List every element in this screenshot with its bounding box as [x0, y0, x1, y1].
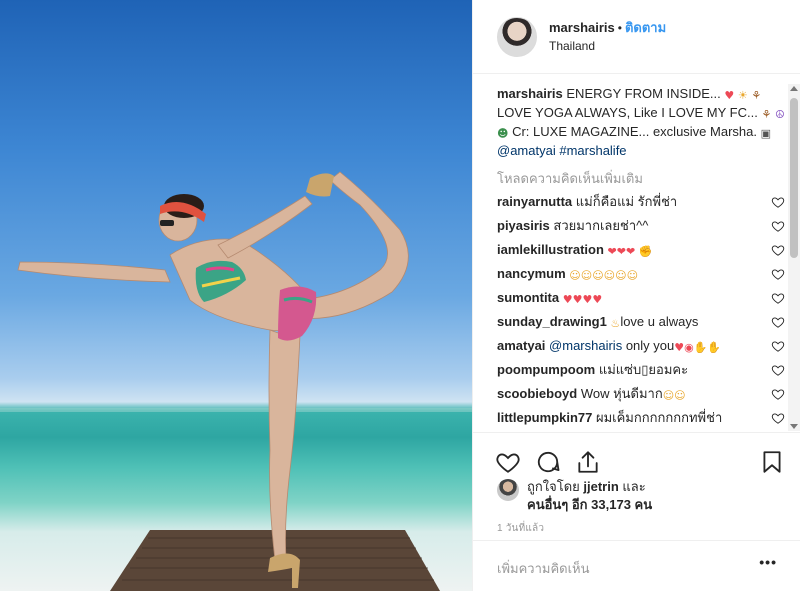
post-timestamp[interactable]: 1 วันที่แล้ว — [497, 521, 544, 536]
comment-like-heart-icon[interactable] — [771, 243, 785, 257]
author-username[interactable]: marshairis — [549, 20, 615, 35]
butterfly-emoji-icon-2: ⚘ — [761, 108, 772, 121]
author-avatar[interactable] — [497, 16, 537, 57]
liked-by-prefix: ถูกใจโดย — [527, 479, 580, 494]
comment-text: แม่แซ่บ▯ยอมคะ — [598, 362, 689, 377]
comment-like-heart-icon[interactable] — [771, 315, 785, 329]
comment-like-heart-icon[interactable] — [771, 339, 785, 353]
comment-row: amatyai @marshairis only you♥◉✋✋ — [497, 336, 785, 356]
add-comment-input[interactable]: เพิ่มความคิดเห็น — [497, 558, 590, 576]
comments-scrollbar[interactable] — [788, 84, 800, 431]
comment-row: sunday_drawing1 ♨love u always — [497, 312, 785, 332]
likes-text: ถูกใจโดย jjetrin และ คนอื่นๆ อีก 33,173 … — [527, 478, 652, 514]
comment-username[interactable]: amatyai — [497, 338, 545, 353]
bookmark-icon[interactable] — [759, 449, 785, 475]
comment-text: love u always — [620, 314, 699, 329]
sun-emoji-icon: ☀ — [737, 89, 748, 102]
heart-face-emoji-icon: ❤❤❤ — [607, 245, 636, 258]
caption-text-3: Cr: LUXE MAGAZINE... exclusive Marsha. — [512, 124, 757, 139]
comment-text: สวยมากเลยช่า^^ — [553, 218, 649, 233]
comment-username[interactable]: iamlekillustration — [497, 242, 604, 257]
share-icon[interactable] — [575, 449, 601, 475]
comment-username[interactable]: sumontita — [497, 290, 559, 305]
comment-username[interactable]: rainyarnutta — [497, 194, 572, 209]
load-more-comments-button[interactable]: โหลดความคิดเห็นเพิ่มเติม — [497, 169, 785, 188]
caption-mention[interactable]: @amatyai — [497, 143, 556, 158]
comment-like-heart-icon[interactable] — [771, 195, 785, 209]
caption-text-2: LOVE YOGA ALWAYS, Like I LOVE MY FC... — [497, 105, 758, 120]
comment-like-heart-icon[interactable] — [771, 363, 785, 377]
comment-row: poompumpoom แม่แซ่บ▯ยอมคะ — [497, 360, 785, 380]
flexed-bicep-emoji-icon: ✊ — [638, 245, 653, 258]
red-heart-emoji-icon: ♥ — [724, 89, 735, 102]
camera-emoji-icon: ▣ — [760, 127, 772, 140]
likes-and: และ — [622, 479, 646, 494]
peace-emoji-icon: ☮ — [774, 108, 785, 121]
liker-avatar[interactable] — [497, 479, 519, 501]
follow-button[interactable]: ติดตาม — [625, 20, 666, 35]
comment-username[interactable]: piyasiris — [497, 218, 550, 233]
comment-text: Wow หุ่นดีมาก — [580, 386, 663, 401]
person-emoji-icon: ☻ — [497, 127, 509, 140]
post-sidebar: marshairis • ติดตาม Thailand marshairis EN… — [472, 0, 800, 591]
heart-icon[interactable] — [495, 449, 521, 475]
scroll-down-arrow-icon[interactable] — [790, 424, 798, 429]
comment-username[interactable]: littlepumpkin77 — [497, 410, 592, 425]
comment-row: littlepumpkin77 ผมเค็มกกกกกกกทพี่ช่า — [497, 408, 785, 428]
comment-username[interactable]: nancymum — [497, 266, 566, 281]
comment-mention[interactable]: @marshairis — [549, 338, 622, 353]
red-heart-emoji-icon: ♥♥♥♥ — [562, 293, 603, 306]
post-caption: marshairis ENERGY FROM INSIDE... ♥ ☀ ⚘ L… — [497, 84, 785, 160]
post-header: marshairis • ติดตาม Thailand — [473, 0, 800, 74]
comment-text: ผมเค็มกกกกกกกทพี่ช่า — [595, 410, 723, 425]
liked-by-user[interactable]: jjetrin — [583, 479, 618, 494]
instagram-post-modal: marshairis • ติดตาม Thailand marshairis EN… — [0, 0, 800, 591]
more-options-icon[interactable]: ••• — [759, 554, 777, 574]
thumbs-up-emoji-icon: ✋✋ — [693, 341, 722, 354]
caption-username[interactable]: marshairis — [497, 86, 563, 101]
fire-emoji-icon: ♨ — [610, 317, 621, 330]
star-eyes-emoji-icon: ☺☺☺☺☺☺ — [569, 269, 639, 282]
comment-like-heart-icon[interactable] — [771, 387, 785, 401]
comment-row: iamlekillustration ❤❤❤ ✊ — [497, 240, 785, 260]
butterfly-emoji-icon: ⚘ — [751, 89, 762, 102]
likes-others-count[interactable]: คนอื่นๆ อีก 33,173 คน — [527, 497, 652, 512]
comment-username[interactable]: sunday_drawing1 — [497, 314, 607, 329]
post-location[interactable]: Thailand — [549, 37, 666, 55]
comment-text: แม่ก็คือแม่ รักพี่ช่า — [575, 194, 678, 209]
comment-like-heart-icon[interactable] — [771, 291, 785, 305]
comment-like-heart-icon[interactable] — [771, 219, 785, 233]
scrollbar-thumb[interactable] — [790, 98, 798, 258]
scroll-up-arrow-icon[interactable] — [790, 86, 798, 91]
comment-row: scoobieboyd Wow หุ่นดีมาก☺☺ — [497, 384, 785, 404]
comments-list[interactable]: marshairis ENERGY FROM INSIDE... ♥ ☀ ⚘ L… — [497, 84, 785, 431]
comment-row: nancymum ☺☺☺☺☺☺ — [497, 264, 785, 284]
kiss-lips-emoji-icon: ◉ — [684, 341, 694, 354]
likes-summary: ถูกใจโดย jjetrin และ คนอื่นๆ อีก 33,173 … — [497, 478, 652, 514]
separator-dot: • — [617, 20, 622, 35]
comment-row: rainyarnutta แม่ก็คือแม่ รักพี่ช่า — [497, 192, 785, 212]
comment-username[interactable]: poompumpoom — [497, 362, 595, 377]
author-info: marshairis • ติดตาม Thailand — [549, 19, 666, 55]
yoga-photo-illustration — [0, 171, 472, 591]
comment-username[interactable]: scoobieboyd — [497, 386, 577, 401]
comment-text: only you — [625, 338, 675, 353]
comment-like-heart-icon[interactable] — [771, 411, 785, 425]
caption-hashtag[interactable]: #marshalife — [559, 143, 626, 158]
add-comment-bar[interactable]: เพิ่มความคิดเห็น ••• — [473, 540, 800, 591]
star-eyes-emoji-icon: ☺☺ — [662, 389, 686, 402]
caption-text-1: ENERGY FROM INSIDE... — [566, 86, 721, 101]
comment-row: sumontita ♥♥♥♥ — [497, 288, 785, 308]
red-heart-emoji-icon: ♥ — [674, 341, 685, 354]
post-actions — [473, 432, 800, 480]
comment-row: piyasiris สวยมากเลยช่า^^ — [497, 216, 785, 236]
comment-like-heart-icon[interactable] — [771, 267, 785, 281]
post-photo[interactable] — [0, 0, 472, 591]
comment-icon[interactable] — [535, 449, 561, 475]
